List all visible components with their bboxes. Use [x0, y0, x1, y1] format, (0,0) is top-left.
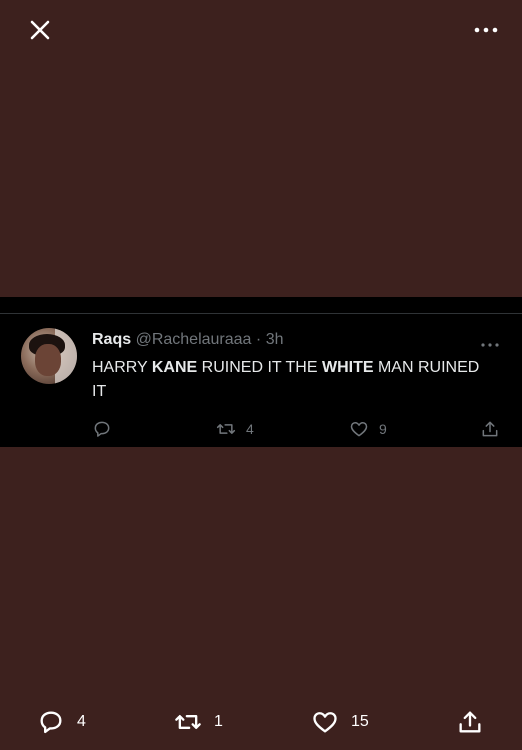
heart-icon	[313, 712, 337, 733]
reply-icon	[94, 421, 110, 437]
user-handle[interactable]: @Rachelauraaa	[136, 331, 252, 348]
tweet-text: HARRY KANE RUINED IT THE WHITE MAN RUINE…	[92, 356, 492, 404]
tweet-card[interactable]: Raqs @Rachelauraaa · 3h HARRY KANE RUINE…	[0, 297, 522, 447]
tweet-retweet-button[interactable]: 4	[216, 418, 254, 440]
tweet-text-part: RUINED IT THE	[197, 359, 322, 376]
close-button[interactable]	[26, 16, 54, 44]
reply-icon	[40, 711, 62, 734]
tweet-like-button[interactable]: 9	[349, 418, 387, 440]
close-icon	[30, 20, 50, 40]
divider	[0, 313, 522, 314]
display-name[interactable]: Raqs	[92, 331, 131, 348]
share-button[interactable]	[456, 708, 484, 736]
tweet-text-bold: KANE	[151, 359, 198, 376]
media-viewer-topbar	[0, 0, 522, 60]
like-button[interactable]: 15	[311, 708, 369, 736]
more-options-button[interactable]	[472, 18, 500, 42]
avatar[interactable]	[21, 328, 77, 384]
retweet-icon	[175, 715, 201, 729]
reply-count: 4	[77, 713, 86, 730]
retweet-count: 1	[214, 713, 223, 730]
separator-dot: ·	[255, 331, 262, 348]
tweet-share-button[interactable]	[480, 418, 500, 440]
timestamp[interactable]: 3h	[266, 331, 284, 348]
tweet-text-bold: WHITE	[321, 359, 374, 376]
heart-icon	[350, 422, 368, 437]
tweet-more-button[interactable]	[480, 337, 500, 347]
more-horizontal-icon	[474, 27, 498, 33]
like-count: 9	[379, 421, 387, 437]
like-count: 15	[351, 713, 369, 730]
retweet-count: 4	[246, 421, 254, 437]
retweet-icon	[216, 424, 236, 434]
tweet-reply-button[interactable]	[92, 418, 122, 440]
avatar-face	[35, 344, 61, 376]
reply-button[interactable]: 4	[37, 708, 86, 736]
share-icon	[459, 711, 481, 733]
share-icon	[482, 421, 498, 437]
more-horizontal-icon	[481, 343, 499, 347]
tweet-header: Raqs @Rachelauraaa · 3h	[92, 331, 283, 349]
tweet-text-part: HARRY	[92, 359, 152, 376]
retweet-button[interactable]: 1	[174, 708, 223, 736]
